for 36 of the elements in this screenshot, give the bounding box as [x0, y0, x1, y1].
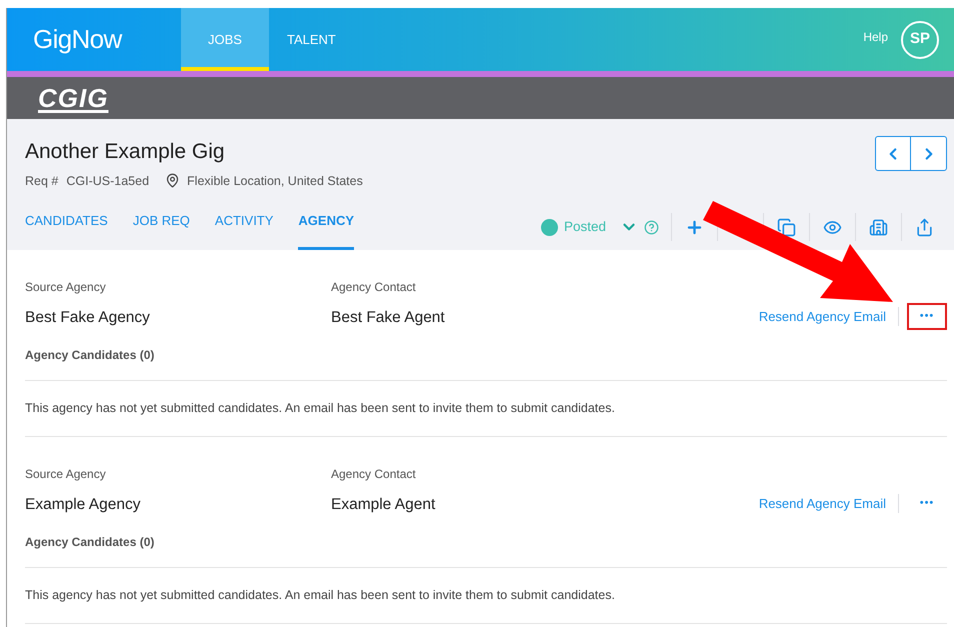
agency-message: This agency has not yet submitted candidates. An email has been sent to invite them to submit candidates. [25, 586, 616, 604]
job-title: Another Example Gig [25, 139, 226, 165]
building-icon[interactable] [869, 218, 888, 236]
location-pin-icon [165, 173, 180, 188]
field-label: Source Agency [25, 278, 107, 296]
candidates-heading: Agency Candidates (0) [25, 346, 947, 381]
agent-name: Example Agent [331, 494, 436, 515]
agency-name: Example Agency [25, 494, 142, 515]
agent-name: Best Fake Agent [331, 308, 446, 328]
agency-message: This agency has not yet submitted candidates. An email has been sent to invite them to submit candidates. [25, 400, 616, 417]
field-label: Source Agency [25, 466, 107, 483]
more-options-button[interactable]: ••• [907, 303, 947, 330]
share-icon[interactable] [915, 218, 934, 236]
help-icon[interactable] [644, 220, 659, 234]
resend-email-link[interactable]: Resend Agency Email [758, 494, 899, 513]
job-location: Flexible Location, United States [187, 172, 363, 190]
candidates-heading: Agency Candidates (0) [25, 532, 947, 568]
help-link[interactable]: Help [863, 28, 888, 46]
field-label: Agency Contact [331, 466, 417, 483]
more-options-button[interactable]: ••• [907, 490, 947, 517]
section-tab[interactable]: ACTIVITY [214, 210, 274, 250]
req-label: Req # [25, 172, 58, 190]
agency-name: Best Fake Agency [25, 308, 151, 328]
field-label: Agency Contact [331, 278, 417, 296]
section-tab[interactable]: CANDIDATES [25, 210, 108, 250]
resend-email-link[interactable]: Resend Agency Email [758, 306, 899, 326]
nav-tab[interactable]: TALENT [268, 8, 354, 71]
req-id: CGI-US-1a5ed [66, 172, 150, 190]
brand-logo: CGIG [38, 82, 108, 114]
section-tab[interactable]: JOB REQ [132, 210, 190, 250]
app-logo[interactable]: GigNow [7, 8, 181, 71]
status-label: Posted [564, 218, 606, 236]
nav-tab[interactable]: JOBS [181, 8, 269, 71]
section-tab[interactable]: AGENCY [298, 210, 354, 250]
user-avatar[interactable]: SP [901, 20, 939, 58]
copy-icon[interactable] [777, 218, 796, 236]
